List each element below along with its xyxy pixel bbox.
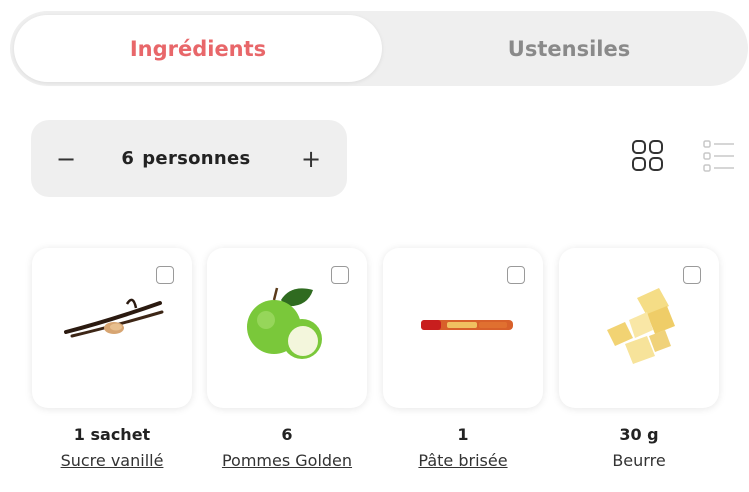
ingredient-name-link[interactable]: Pommes Golden	[202, 451, 372, 470]
ingredient-checkbox[interactable]	[683, 266, 701, 284]
grid-icon[interactable]	[630, 138, 666, 174]
servings-count: 6 personnes	[91, 120, 281, 197]
ingredient-checkbox[interactable]	[507, 266, 525, 284]
ingredient-checkbox[interactable]	[156, 266, 174, 284]
list-icon[interactable]	[702, 138, 736, 174]
ingredient-card[interactable]	[559, 248, 719, 408]
ingredient-name-link[interactable]: Pâte brisée	[378, 451, 548, 470]
ingredient-name-link[interactable]: Sucre vanillé	[27, 451, 197, 470]
ingredient-quantity: 6	[281, 425, 293, 444]
servings-stepper: − 6 personnes +	[31, 120, 347, 197]
ingredient-quantity: 30 g	[619, 425, 659, 444]
servings-unit: personnes	[142, 148, 251, 169]
decrease-servings-button[interactable]: −	[36, 120, 96, 197]
tab-bar: Ingrédients Ustensiles	[10, 11, 748, 86]
ingredient-name: Beurre	[612, 451, 666, 470]
ingredient-card[interactable]	[207, 248, 367, 408]
ingredient-quantity: 1 sachet	[73, 425, 151, 444]
increase-servings-button[interactable]: +	[281, 120, 341, 197]
ingredient-card[interactable]	[32, 248, 192, 408]
ingredient-card[interactable]	[383, 248, 543, 408]
ingredient-quantity: 1	[457, 425, 469, 444]
servings-number: 6	[121, 148, 135, 169]
tab-ingredients[interactable]: Ingrédients	[14, 15, 382, 82]
tab-ustensiles[interactable]: Ustensiles	[390, 15, 748, 82]
ingredient-checkbox[interactable]	[331, 266, 349, 284]
